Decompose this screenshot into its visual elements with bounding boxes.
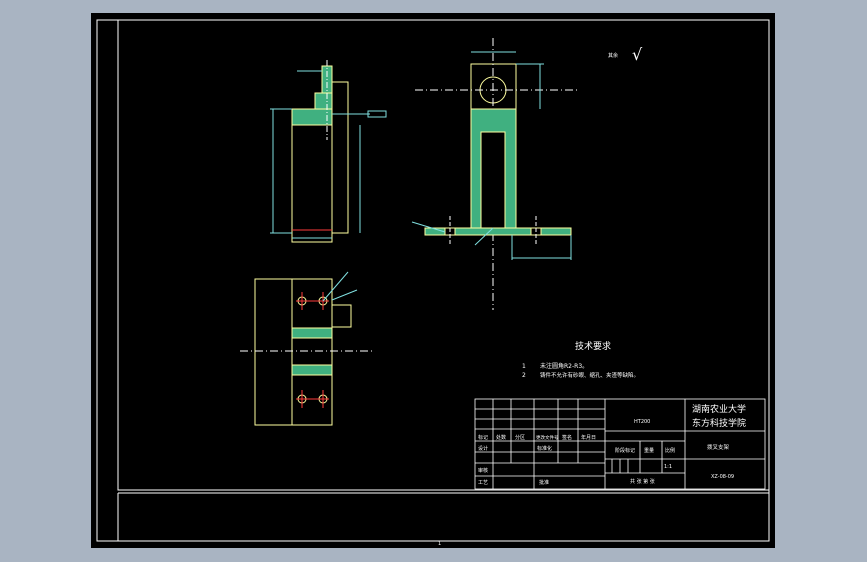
inner-cavity [480, 131, 506, 233]
tb-material: HT200 [634, 419, 650, 425]
tech-req-1-text: 未注圆角R2-R3。 [540, 362, 588, 370]
tb-school-1: 湖南农业大学 [692, 403, 746, 415]
tech-req-2-text: 铸件不允许有砂眼、缩孔、夹渣等缺陷。 [540, 371, 639, 379]
tb-label-zone: 分区 [515, 434, 525, 441]
tb-sheet: 共 张 第 张 [630, 478, 655, 485]
roughness-note: 其余 [608, 52, 618, 59]
tb-label-approve: 批准 [539, 479, 549, 486]
tb-label-mark: 标记 [478, 434, 488, 441]
tb-label-stage: 阶段标记 [615, 447, 635, 454]
tb-scale: 1:1 [664, 464, 672, 470]
tb-drawing-number: XZ-08-09 [711, 474, 734, 480]
hatch-band-top [291, 108, 333, 126]
tb-school-2: 东方科技学院 [692, 417, 746, 429]
tb-label-standard: 标准化 [537, 445, 552, 452]
tb-label-change: 更改文件号 [536, 434, 559, 441]
tb-part-name: 拨叉支架 [707, 443, 730, 451]
tb-label-sign: 签名 [562, 434, 572, 441]
roughness-symbol: √ [632, 45, 643, 64]
tb-label-weight: 重量 [644, 447, 654, 454]
plan-hatch-lower [291, 364, 333, 376]
tech-req-2-num: 2 [522, 372, 526, 379]
tech-req-title: 技术要求 [575, 340, 611, 352]
plan-hatch-upper [291, 327, 333, 339]
tb-label-review: 审核 [478, 467, 488, 474]
tb-label-count: 处数 [496, 434, 506, 441]
tb-label-process: 工艺 [478, 480, 488, 486]
cad-drawing-canvas[interactable]: 1 其余 √ 技术要求 1 未注圆角R2-R3。 2 铸件不允许有砂眼、缩孔、夹… [0, 0, 867, 562]
tech-req-1-num: 1 [522, 363, 526, 370]
boss-hatch [314, 92, 333, 110]
tb-label-design: 设计 [478, 445, 488, 452]
tb-label-date: 年月日 [581, 434, 596, 441]
bottom-mark: 1 [438, 541, 441, 547]
drawing-sheet [91, 13, 775, 548]
tb-label-ratio: 比例 [665, 447, 675, 454]
